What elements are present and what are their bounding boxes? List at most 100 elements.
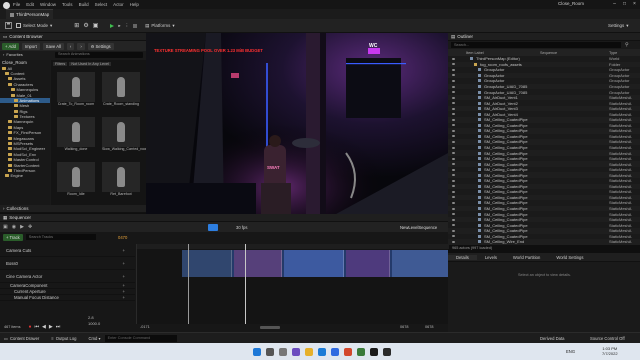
record-icon[interactable]: ● (28, 324, 31, 330)
column-item-label[interactable]: Item Label (466, 51, 484, 55)
windows-start-icon[interactable] (252, 347, 261, 356)
add-key-icon[interactable]: + (122, 248, 125, 253)
details-tab-levels[interactable]: Levels (477, 255, 505, 260)
content-drawer-button[interactable]: ▭ Content Drawer (4, 336, 39, 341)
add-key-icon[interactable]: + (122, 283, 125, 288)
tab-third-person-map[interactable]: ThirdPersonMap (6, 9, 54, 19)
timeline-scrollbar[interactable] (260, 326, 280, 329)
add-button[interactable]: + Add (2, 42, 19, 50)
sequencer-track[interactable]: Cine Camera Actor + (0, 270, 135, 283)
fps-dropdown[interactable]: 30 fps (236, 225, 247, 230)
details-tab-world-partition[interactable]: World Partition (505, 255, 548, 260)
office-icon[interactable] (343, 347, 352, 356)
skip-back-icon[interactable]: ⏮ (35, 324, 40, 330)
filter-chip[interactable]: Not Used In Any Level (69, 62, 111, 66)
play-menu-icon[interactable]: ⋮ (123, 21, 132, 30)
asset-tile[interactable]: Ret_Barefoot (102, 162, 140, 202)
menu-item-build[interactable]: Build (79, 2, 89, 7)
maximize-icon[interactable]: □ (620, 0, 629, 9)
visibility-eye-icon[interactable] (452, 168, 455, 171)
column-type[interactable]: Type (609, 51, 617, 55)
camera-cuts-strip[interactable] (182, 250, 448, 277)
blueprint-icon[interactable]: ⚙ (81, 21, 90, 30)
track-search-input[interactable]: Search Tracks (25, 234, 96, 240)
minimize-icon[interactable]: – (610, 0, 619, 9)
current-frame[interactable]: 0470 (118, 235, 127, 240)
visibility-eye-icon[interactable] (452, 196, 455, 199)
play-button[interactable] (108, 21, 116, 30)
save-icon[interactable] (3, 21, 14, 30)
save-icon[interactable]: ▣ (3, 224, 8, 230)
menu-item-actor[interactable]: Actor (113, 2, 124, 7)
range-start[interactable]: -0171 (140, 325, 150, 329)
asset-search-input[interactable]: Search Animations (55, 51, 143, 58)
output-log-button[interactable]: ≡ Output Log (51, 336, 76, 341)
transform-icon[interactable]: ✥ (28, 224, 32, 230)
visibility-eye-icon[interactable] (452, 79, 455, 82)
add-track-button[interactable]: + Track (3, 233, 23, 241)
asset-tile[interactable]: Room_Idle (57, 162, 95, 202)
menu-item-select[interactable]: Select (95, 2, 108, 7)
select-mode-dropdown[interactable]: Select Mode ▾ (14, 21, 54, 30)
visibility-eye-icon[interactable] (452, 179, 455, 182)
language-indicator[interactable]: ENG (566, 349, 575, 354)
visibility-eye-icon[interactable] (452, 118, 455, 121)
column-sequence[interactable]: Sequence (540, 51, 557, 55)
favorites-row[interactable]: › Favorites Search Animations (0, 51, 146, 58)
visibility-eye-icon[interactable] (452, 213, 455, 216)
file-explorer-icon[interactable] (304, 347, 313, 356)
add-key-icon[interactable]: + (122, 274, 125, 279)
visibility-eye-icon[interactable] (452, 235, 455, 238)
visibility-eye-icon[interactable] (452, 190, 455, 193)
details-tab-world-settings[interactable]: World Settings (548, 255, 591, 260)
asset-tile[interactable]: Crate_Room_standing (102, 72, 140, 112)
playhead-marker[interactable] (245, 244, 246, 324)
collections-header[interactable]: › Collections (0, 205, 146, 213)
cmd-dropdown[interactable]: Cmd ▾ (88, 336, 100, 341)
add-key-icon[interactable]: + (122, 261, 125, 266)
sequencer-track[interactable]: Camera Cuts + (0, 244, 135, 257)
visibility-eye-icon[interactable] (452, 229, 455, 232)
import-button[interactable]: Import (21, 42, 40, 50)
visibility-eye-icon[interactable] (452, 96, 455, 99)
snap-toggle-icon[interactable] (208, 223, 218, 231)
visibility-eye-icon[interactable] (452, 224, 455, 227)
console-input[interactable]: Enter Console Command (104, 334, 177, 342)
render-icon[interactable]: ▶ (20, 224, 24, 230)
filter-icon[interactable]: ⚲ (625, 42, 629, 48)
menu-item-window[interactable]: Window (40, 2, 56, 7)
camera-icon[interactable]: ◉ (12, 224, 16, 230)
cinematics-icon[interactable]: ▣ (91, 21, 101, 30)
timeline-ruler[interactable] (137, 244, 449, 249)
save-all-button[interactable]: Save All (42, 42, 64, 50)
edge-icon[interactable] (317, 347, 326, 356)
visibility-eye-icon[interactable] (452, 74, 455, 77)
store-icon[interactable] (330, 347, 339, 356)
visibility-eye-icon[interactable] (452, 207, 455, 210)
unreal-engine-taskbar-icon[interactable] (369, 347, 378, 356)
visibility-eye-icon[interactable] (452, 140, 455, 143)
derived-data-button[interactable]: Derived Data (540, 336, 564, 341)
app-icon[interactable] (356, 347, 365, 356)
sequencer-track[interactable]: Boss0 + (0, 257, 135, 270)
visibility-eye-icon[interactable] (452, 129, 455, 132)
outliner-search-input[interactable]: Search... (451, 42, 621, 48)
visibility-eye-icon[interactable] (452, 85, 455, 88)
visibility-eye-icon[interactable] (452, 174, 455, 177)
add-key-icon[interactable]: + (122, 289, 125, 294)
visibility-eye-icon[interactable] (452, 163, 455, 166)
details-tab-details[interactable]: Details (448, 254, 477, 260)
visibility-eye-icon[interactable] (452, 107, 455, 110)
outliner-row[interactable]: SM_Ceiling_Wire_End StaticMeshA (448, 239, 640, 245)
playhead-start[interactable] (188, 244, 189, 324)
task-view-icon[interactable] (278, 347, 287, 356)
visibility-eye-icon[interactable] (452, 240, 455, 243)
filters-button[interactable]: Filters (53, 62, 68, 66)
epic-games-icon[interactable] (382, 347, 391, 356)
visibility-eye-icon[interactable] (452, 124, 455, 127)
visibility-eye-icon[interactable] (452, 57, 455, 60)
range-view-end[interactable]: 0678 (425, 325, 433, 329)
settings-dropdown[interactable]: Settings ▾ (606, 21, 631, 30)
visibility-eye-icon[interactable] (452, 157, 455, 160)
range-end[interactable]: 0678 (400, 325, 408, 329)
